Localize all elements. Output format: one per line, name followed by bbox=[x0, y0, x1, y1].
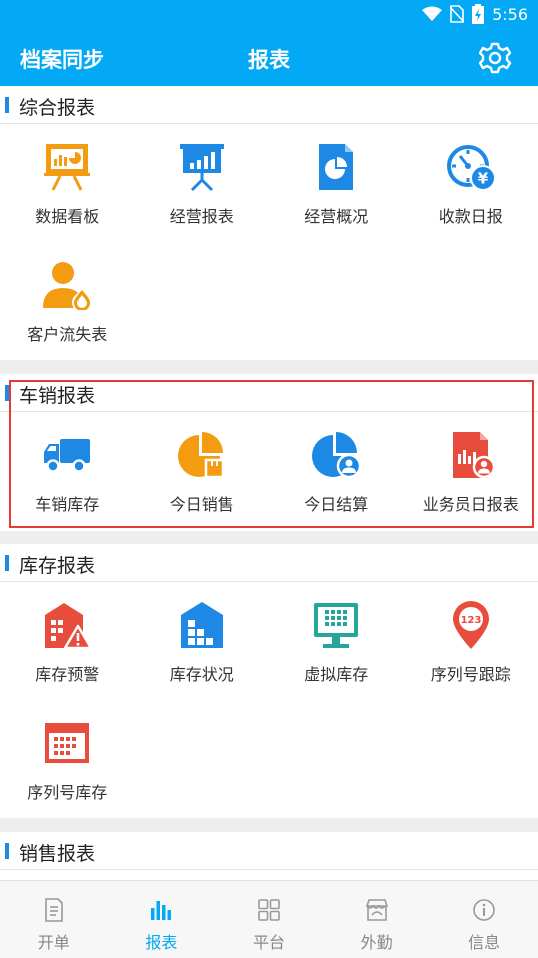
document-icon bbox=[44, 898, 63, 922]
section-van-sales-reports: 车销报表 车销库存 今日销售 今日结算 业务员日报表 bbox=[0, 374, 538, 531]
nav-label: 报表 bbox=[145, 933, 178, 952]
section-title: 综合报表 bbox=[19, 97, 96, 119]
section-header: 车销报表 bbox=[0, 374, 538, 412]
bar-chart-icon bbox=[151, 901, 172, 920]
report-label: 今日销售 bbox=[169, 495, 234, 514]
report-label: 收款日报 bbox=[438, 207, 503, 226]
svg-text:¥: ¥ bbox=[478, 170, 489, 188]
report-today-sales[interactable]: 今日销售 bbox=[135, 412, 270, 530]
settings-gear-icon[interactable] bbox=[478, 41, 512, 75]
report-customer-churn[interactable]: 客户流失表 bbox=[0, 242, 135, 360]
monitor-grid-icon bbox=[314, 603, 359, 648]
status-bar: 5:56 bbox=[0, 0, 538, 30]
report-label: 车销库存 bbox=[35, 495, 100, 514]
salesman-report-icon bbox=[452, 432, 495, 479]
nav-platform[interactable]: 平台 bbox=[215, 881, 323, 958]
nav-field-work[interactable]: 外勤 bbox=[323, 881, 431, 958]
nav-label: 开单 bbox=[37, 933, 70, 952]
section-sales-reports: 销售报表 bbox=[0, 832, 538, 880]
nav-label: 外勤 bbox=[360, 933, 393, 952]
report-label: 序列号跟踪 bbox=[430, 665, 511, 684]
section-header: 综合报表 bbox=[0, 86, 538, 124]
section-accent-bar bbox=[5, 555, 9, 571]
section-inventory-reports: 库存报表 库存预警 库存状况 虚拟库存 123 序列号跟踪 序列号库存 bbox=[0, 544, 538, 818]
pie-box-icon bbox=[177, 432, 224, 479]
bottom-navigation: 开单 报表 平台 外勤 信息 bbox=[0, 880, 538, 958]
pie-user-icon bbox=[312, 432, 362, 479]
nav-reports[interactable]: 报表 bbox=[108, 881, 216, 958]
nav-messages[interactable]: 信息 bbox=[430, 881, 538, 958]
calendar-grid-icon bbox=[45, 723, 90, 763]
report-inventory-warning[interactable]: 库存预警 bbox=[0, 582, 135, 700]
no-sim-icon bbox=[450, 5, 465, 23]
report-serial-tracking[interactable]: 123 序列号跟踪 bbox=[404, 582, 538, 700]
customer-loss-icon bbox=[43, 262, 91, 310]
battery-charging-icon bbox=[472, 4, 485, 24]
section-accent-bar bbox=[5, 97, 9, 113]
presentation-chart-icon bbox=[179, 144, 224, 192]
section-general-reports: 综合报表 数据看板 经营报表 经营概况 ¥ 收款日报 客户流失表 bbox=[0, 86, 538, 360]
section-header: 库存报表 bbox=[0, 544, 538, 582]
store-icon bbox=[365, 899, 388, 921]
section-accent-bar bbox=[5, 385, 9, 401]
truck-icon bbox=[44, 439, 91, 473]
report-salesman-daily[interactable]: 业务员日报表 bbox=[404, 412, 538, 530]
status-time: 5:56 bbox=[492, 4, 528, 24]
report-data-dashboard[interactable]: 数据看板 bbox=[0, 124, 135, 242]
report-business-report[interactable]: 经营报表 bbox=[135, 124, 270, 242]
nav-label: 平台 bbox=[252, 933, 285, 952]
section-header: 销售报表 bbox=[0, 832, 538, 870]
report-label: 业务员日报表 bbox=[422, 495, 519, 514]
report-label: 客户流失表 bbox=[27, 325, 108, 344]
nav-label: 信息 bbox=[468, 933, 501, 952]
report-business-overview[interactable]: 经营概况 bbox=[269, 124, 404, 242]
report-label: 今日结算 bbox=[304, 495, 369, 514]
yuan-clock-icon: ¥ bbox=[446, 145, 496, 191]
warehouse-warning-icon bbox=[45, 603, 93, 650]
section-title: 车销报表 bbox=[19, 385, 96, 407]
report-label: 库存预警 bbox=[35, 665, 100, 684]
report-label: 经营概况 bbox=[304, 207, 369, 226]
section-accent-bar bbox=[5, 843, 9, 859]
wifi-icon bbox=[422, 6, 443, 22]
report-daily-receipts[interactable]: ¥ 收款日报 bbox=[404, 124, 538, 242]
svg-text:123: 123 bbox=[460, 615, 481, 626]
nav-order[interactable]: 开单 bbox=[0, 881, 108, 958]
location-123-icon: 123 bbox=[452, 601, 489, 649]
section-title: 销售报表 bbox=[19, 843, 96, 865]
report-virtual-inventory[interactable]: 虚拟库存 bbox=[269, 582, 404, 700]
report-today-settlement[interactable]: 今日结算 bbox=[269, 412, 404, 530]
dashboard-board-icon bbox=[44, 144, 91, 191]
grid-icon bbox=[258, 899, 280, 921]
pie-document-icon bbox=[319, 144, 354, 190]
archive-sync-button[interactable]: 档案同步 bbox=[20, 44, 104, 74]
report-inventory-status[interactable]: 库存状况 bbox=[135, 582, 270, 700]
app-bar: 档案同步 报表 bbox=[0, 30, 538, 86]
report-label: 虚拟库存 bbox=[304, 665, 369, 684]
section-title: 库存报表 bbox=[19, 555, 96, 577]
report-van-inventory[interactable]: 车销库存 bbox=[0, 412, 135, 530]
report-label: 库存状况 bbox=[169, 665, 234, 684]
report-serial-inventory[interactable]: 序列号库存 bbox=[0, 700, 135, 818]
report-label: 数据看板 bbox=[35, 207, 100, 226]
report-label: 序列号库存 bbox=[27, 783, 108, 802]
info-icon bbox=[473, 899, 495, 921]
report-label: 经营报表 bbox=[169, 207, 234, 226]
warehouse-status-icon bbox=[180, 602, 223, 648]
